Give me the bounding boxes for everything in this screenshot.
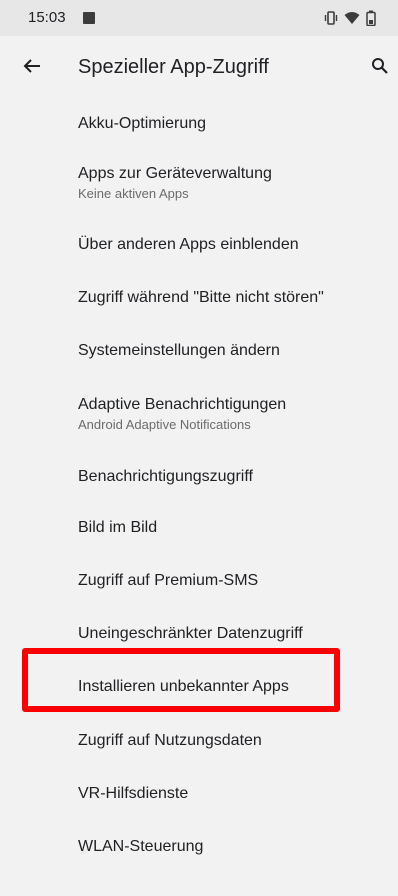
list-item-systemeinstellungen[interactable]: Systemeinstellungen ändern [0,324,398,378]
search-icon [371,57,389,80]
back-button[interactable] [18,54,46,82]
app-bar: Spezieller App-Zugriff [0,36,398,100]
arrow-back-icon [23,57,41,80]
list-item-title: Benachrichtigungszugriff [78,468,253,485]
list-item-title: Uneingeschränkter Datenzugriff [78,625,303,642]
list-item-title: Installieren unbekannter Apps [78,678,289,695]
notification-icon [83,12,95,24]
list-item-title: Über anderen Apps einblenden [78,236,299,253]
list-item-premium-sms[interactable]: Zugriff auf Premium-SMS [0,554,398,608]
list-item-title: Apps zur Geräteverwaltung [78,165,272,182]
status-bar: 15:03 [0,0,398,36]
list-item-title: WLAN-Steuerung [78,838,204,855]
list-item-datenzugriff[interactable]: Uneingeschränkter Datenzugriff [0,608,398,660]
settings-screen: 15:03 Spezieller App-Zugriff Akku-Optimi… [0,0,398,896]
list-item-akku-optimierung[interactable]: Akku-Optimierung [0,100,398,148]
list-item-subtitle: Android Adaptive Notifications [78,417,251,432]
list-item-title: VR-Hilfsdienste [78,785,189,802]
list-item-title: Bild im Bild [78,519,158,536]
list-item-ueber-anderen-apps[interactable]: Über anderen Apps einblenden [0,214,398,272]
list-item-title: Adaptive Benachrichtigungen [78,396,287,413]
list-item-title: Zugriff auf Nutzungsdaten [78,732,262,749]
list-item-bitte-nicht-stoeren[interactable]: Zugriff während "Bitte nicht stören" [0,272,398,324]
list-item-title: Systemeinstellungen ändern [78,342,280,359]
list-item-benachrichtigungszugriff[interactable]: Benachrichtigungszugriff [0,450,398,502]
list-item-geraeteverwaltung[interactable]: Apps zur Geräteverwaltung Keine aktiven … [0,148,398,214]
status-icons [324,10,376,26]
list-item-title: Zugriff während "Bitte nicht stören" [78,289,324,306]
list-item-title: Akku-Optimierung [78,115,207,132]
list-item-adaptive-benachrichtigungen[interactable]: Adaptive Benachrichtigungen Android Adap… [0,378,398,450]
vibrate-icon [324,11,338,25]
page-title: Spezieller App-Zugriff [78,56,269,78]
list-item-nutzungsdaten[interactable]: Zugriff auf Nutzungsdaten [0,714,398,766]
status-time: 15:03 [28,9,66,26]
list-item-wlan-steuerung[interactable]: WLAN-Steuerung [0,820,398,872]
list-item-title: Zugriff auf Premium-SMS [78,572,259,589]
list-item-subtitle: Keine aktiven Apps [78,186,189,201]
search-button[interactable] [366,54,394,82]
battery-icon [366,10,376,26]
list-item-unbekannte-apps[interactable]: Installieren unbekannter Apps [0,660,398,714]
wifi-icon [344,11,360,25]
list-item-vr-hilfsdienste[interactable]: VR-Hilfsdienste [0,766,398,820]
list-item-bild-im-bild[interactable]: Bild im Bild [0,502,398,554]
